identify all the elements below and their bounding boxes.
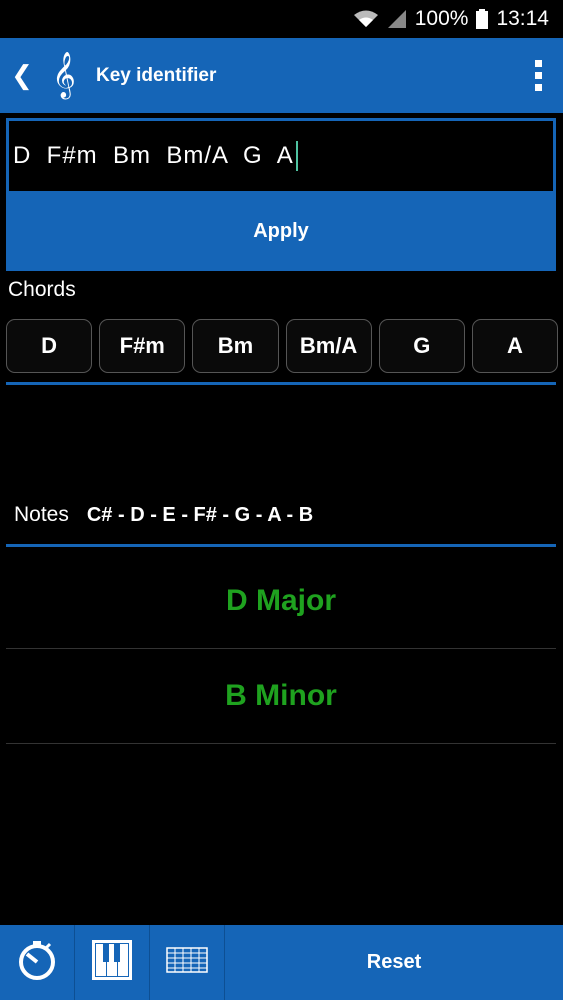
status-bar: 100% 13:14 xyxy=(0,0,563,38)
chord-input[interactable]: D F#m Bm Bm/A G A xyxy=(9,121,553,191)
chord-chip[interactable]: F#m xyxy=(99,319,186,373)
bottom-toolbar: Reset xyxy=(0,925,563,1000)
chord-chip[interactable]: G xyxy=(378,319,465,373)
page-title: Key identifier xyxy=(96,64,217,86)
text-caret xyxy=(295,141,298,171)
chord-chip[interactable]: Bm xyxy=(192,319,279,373)
chord-input-panel: D F#m Bm Bm/A G A Apply xyxy=(6,118,556,271)
metronome-icon xyxy=(16,939,58,986)
piano-button[interactable] xyxy=(75,925,150,1000)
reset-button[interactable]: Reset xyxy=(225,925,563,1000)
chord-chip[interactable]: A xyxy=(471,319,559,373)
back-button[interactable]: ❮ xyxy=(0,38,44,113)
divider xyxy=(6,382,556,385)
fretboard-button[interactable] xyxy=(150,925,225,1000)
key-result-item[interactable]: D Major xyxy=(6,553,556,649)
clock: 13:14 xyxy=(496,7,549,30)
notes-value: C# - D - E - F# - G - A - B xyxy=(86,503,314,526)
divider xyxy=(6,544,556,547)
treble-clef-icon: 𝄞 xyxy=(52,53,76,97)
notes-row: Notes C# - D - E - F# - G - A - B xyxy=(14,503,313,527)
metronome-button[interactable] xyxy=(0,925,75,1000)
overflow-menu-button[interactable] xyxy=(513,38,563,113)
chord-chip[interactable]: Bm/A xyxy=(285,319,372,373)
notes-label: Notes xyxy=(14,503,69,526)
guitar-fretboard-icon xyxy=(166,946,208,979)
more-vert-icon xyxy=(534,60,542,67)
chord-chip[interactable]: D xyxy=(6,319,93,373)
piano-icon xyxy=(90,938,134,987)
apply-button[interactable]: Apply xyxy=(6,194,556,268)
battery-icon xyxy=(476,9,489,29)
app-bar: ❮ 𝄞 Key identifier xyxy=(0,38,563,113)
chord-input-text: D F#m Bm Bm/A G A xyxy=(13,142,294,169)
chord-chips: D F#m Bm Bm/A G A xyxy=(6,319,559,375)
chevron-left-icon: ❮ xyxy=(11,60,33,90)
key-result-item[interactable]: B Minor xyxy=(6,648,556,744)
wifi-icon xyxy=(353,9,379,29)
chords-label: Chords xyxy=(8,278,76,301)
signal-icon xyxy=(387,9,407,29)
battery-percent: 100% xyxy=(414,7,469,30)
